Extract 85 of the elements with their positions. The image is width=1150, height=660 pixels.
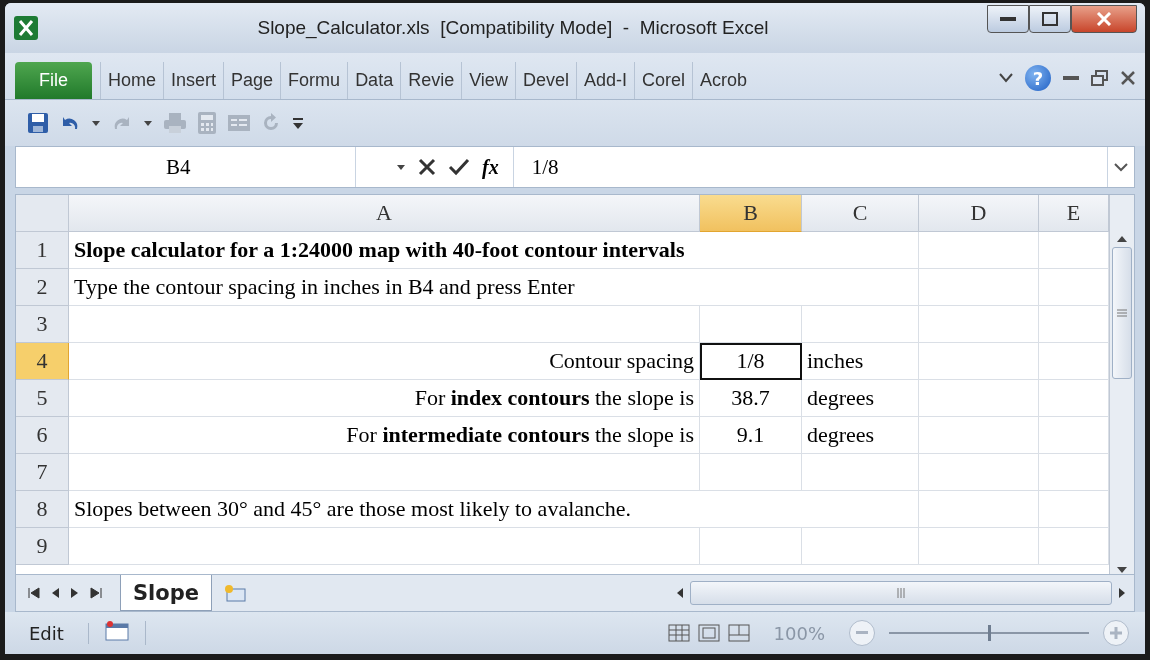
sheet-tab[interactable]: Slope [120,575,213,611]
column-header[interactable]: D [919,195,1039,232]
file-tab[interactable]: File [15,62,92,99]
app-logo [13,15,39,41]
empty-cell[interactable] [919,417,1039,454]
printer-icon[interactable] [163,112,187,134]
table-cell: 38.7 [700,380,802,417]
status-mode: Edit [5,622,89,644]
row-header[interactable]: 2 [16,269,69,306]
restore-icon[interactable] [1091,70,1109,86]
table-cell: For intermediate contours the slope is [69,417,700,454]
scroll-up-icon[interactable] [1116,235,1128,243]
row-header[interactable]: 1 [16,232,69,269]
empty-cell[interactable] [919,306,1039,343]
page-layout-icon[interactable] [697,624,720,642]
prev-sheet-icon[interactable] [50,587,60,599]
table-cell: degrees [802,417,919,454]
plus-icon[interactable] [1110,627,1122,639]
empty-cell[interactable] [919,491,1039,528]
close-icon[interactable] [1121,71,1135,85]
table-cell: inches [802,343,919,380]
scroll-right-icon[interactable] [1118,587,1126,599]
chevron-icon[interactable] [999,73,1013,83]
row-header[interactable]: 3 [16,306,69,343]
last-sheet-icon[interactable] [90,587,102,599]
next-sheet-icon[interactable] [70,587,80,599]
minimize-icon[interactable] [1063,74,1079,82]
table-cell: degrees [802,380,919,417]
column-header[interactable]: A [69,195,700,232]
scroll-left-icon[interactable] [676,587,684,599]
zoom-in-button[interactable] [1103,620,1129,646]
page-break-icon[interactable] [727,624,750,642]
save-icon[interactable] [27,112,49,134]
zoom-thumb[interactable] [988,625,991,641]
grip-icon[interactable] [1117,308,1127,318]
row-header[interactable]: 7 [16,454,69,491]
empty-cell[interactable] [802,528,919,565]
table-cell: Slopes between 30° and 45° are those most likely to avalanche. [69,491,919,528]
column-header[interactable]: B [700,195,802,232]
row-header[interactable]: 6 [16,417,69,454]
column-header[interactable]: E [1039,195,1109,232]
customize-icon[interactable] [291,116,305,130]
grip-icon[interactable] [896,588,906,598]
empty-cell[interactable] [919,454,1039,491]
refresh-icon[interactable] [261,113,281,133]
empty-cell[interactable] [802,454,919,491]
empty-cell[interactable] [802,306,919,343]
maximize-button[interactable] [1029,5,1071,33]
maximize-icon [1042,12,1058,26]
table-cell: 9.1 [700,417,802,454]
empty-cell[interactable] [919,343,1039,380]
empty-cell[interactable] [919,380,1039,417]
table-cell: Contour spacing [69,343,700,380]
minimize-button[interactable] [987,5,1029,33]
table-cell: 1/8 [700,343,802,380]
empty-cell[interactable] [919,528,1039,565]
new-sheet-icon[interactable] [222,583,249,603]
row-header[interactable]: 5 [16,380,69,417]
minimize-icon [1000,16,1016,22]
caret-icon[interactable] [91,119,101,127]
minus-icon[interactable] [856,631,868,635]
select-all-corner[interactable] [16,195,69,232]
row-header[interactable]: 8 [16,491,69,528]
empty-cell[interactable] [700,528,802,565]
macro-icon[interactable] [104,621,129,641]
window-title: Slope_Calculator.xls [Compatibility Mode] - Microsoft Excel [256,17,770,39]
empty-cell[interactable] [700,454,802,491]
row-header[interactable]: 4 [16,343,69,380]
table-cell: Type the contour spacing in inches in B4 and press Enter [69,269,919,306]
table-cell: Slope calculator for a 1:24000 map with 40-foot contour intervals [69,232,919,269]
empty-cell[interactable] [919,269,1039,306]
row-header[interactable]: 9 [16,528,69,565]
vertical-scrollbar[interactable] [1109,195,1134,574]
column-header[interactable]: C [802,195,919,232]
calculator-icon[interactable] [197,111,217,135]
close-icon [1096,12,1112,26]
form-icon[interactable] [227,113,251,133]
close-button[interactable] [1071,5,1137,33]
table-cell: For index contours the slope is [69,380,700,417]
empty-cell[interactable] [700,306,802,343]
normal-view-icon[interactable] [667,624,690,642]
empty-cell[interactable] [919,232,1039,269]
caret-icon[interactable] [143,119,153,127]
zoom-out-button[interactable] [849,620,875,646]
first-sheet-icon[interactable] [28,587,40,599]
